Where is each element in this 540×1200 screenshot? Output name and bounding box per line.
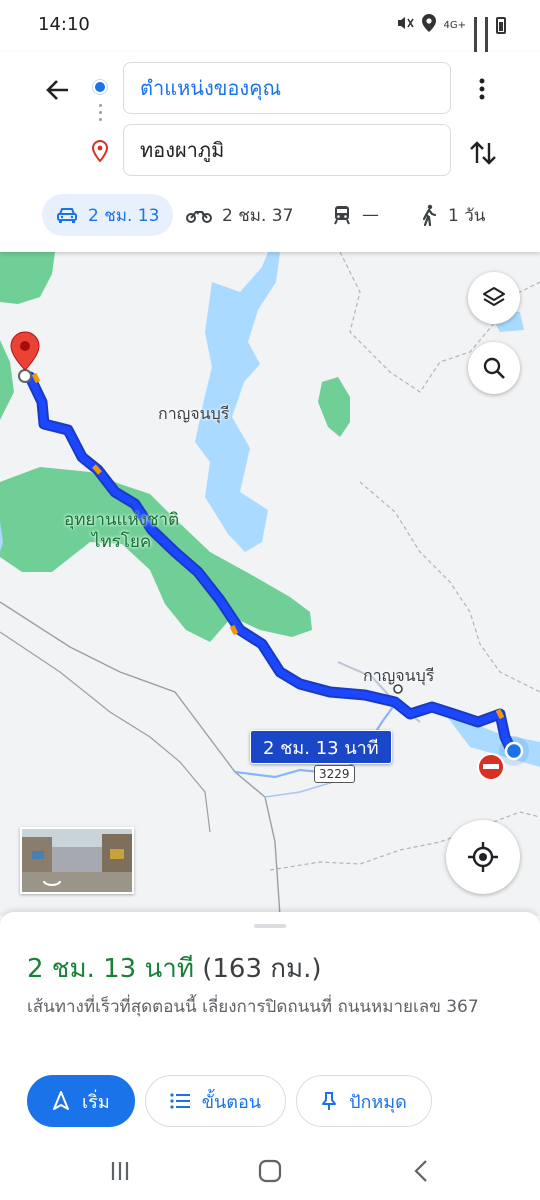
map-view[interactable]: กาญจนบุรี อุทยานแห่งชาติ ไทรโยค กาญจนบุร… [0,252,540,916]
home-button[interactable] [255,1158,285,1184]
park-area [318,377,350,437]
mode-walking-label: 1 วัน [448,205,486,226]
destination-pin-icon [90,139,110,163]
walking-icon [422,204,437,226]
pin-button-label: ปักหมุด [349,1091,407,1113]
route-duration-callout[interactable]: 2 ชม. 13 นาที [250,730,392,764]
origin-dot-icon [93,80,107,94]
steps-button-label: ขั้นตอน [201,1091,262,1113]
origin-input[interactable]: ตำแหน่งของคุณ [123,62,451,114]
swap-vert-icon [470,141,496,165]
network-type: 4G+ [443,19,467,31]
street-view-thumbnail[interactable] [20,827,134,894]
route-duration: 2 ชม. 13 นาที [27,954,194,984]
list-icon [170,1093,190,1109]
mode-motorcycle-label: 2 ชม. 37 [222,205,294,226]
more-options-button[interactable] [472,74,492,104]
back-nav-button[interactable] [406,1158,436,1184]
search-button[interactable] [468,342,520,394]
search-icon [483,357,505,379]
train-icon [334,206,350,225]
road-number-shield: 3229 [314,765,355,783]
signal-icon [485,17,488,60]
route-actions: เริ่ม ขั้นตอน ปักหมุด [27,1075,432,1127]
route-distance: (163 กม.) [202,954,322,984]
province-label: กาญจนบุรี [158,404,230,423]
system-nav-bar [0,1140,540,1200]
route-outline [24,371,518,758]
navigation-arrow-icon [53,1091,69,1110]
mode-walking[interactable]: 1 วัน [420,194,485,236]
back-button[interactable] [40,72,76,108]
status-time: 14:10 [38,14,90,35]
route-summary-sheet[interactable]: 2 ชม. 13 นาที (163 กม.) เส้นทางที่เร็วที… [0,912,540,1140]
battery-icon [496,16,506,34]
city-label: กาญจนบุรี [363,666,435,685]
more-vert-icon [479,78,485,100]
road [0,631,211,833]
swap-button[interactable] [466,136,500,170]
recent-apps-button[interactable] [105,1158,135,1184]
route-description: เส้นทางที่เร็วที่สุดตอนนี้ เลี่ยงการปิดถ… [27,997,479,1017]
my-location-icon [468,842,498,872]
signal-icon [474,17,477,60]
layers-icon [483,287,505,306]
arrow-left-icon [46,80,68,100]
mode-transit[interactable]: — [332,194,379,236]
start-button-label: เริ่ม [82,1091,110,1113]
steps-button[interactable]: ขั้นตอน [144,1075,287,1127]
mode-motorcycle[interactable]: 2 ชม. 37 [186,194,293,236]
travel-modes: 2 ชม. 13 2 ชม. 37 — 1 วัน [0,190,540,242]
park-area [0,467,312,642]
sheet-drag-handle[interactable] [254,924,286,928]
mode-car[interactable]: 2 ชม. 13 [42,194,174,236]
home-icon [258,1159,282,1183]
destination-input[interactable]: ทองผาภูมิ [123,124,451,176]
mode-transit-label: — [362,205,379,225]
location-icon [421,14,436,36]
back-icon [414,1160,427,1182]
current-location-dot [504,741,524,761]
layers-button[interactable] [468,272,520,324]
car-icon [57,208,77,223]
route-line [26,373,516,756]
route-connector [99,104,102,125]
recent-apps-icon [111,1162,129,1180]
mode-car-label: 2 ชม. 13 [88,205,160,226]
directions-header: ตำแหน่งของคุณ ทองผาภูมิ 2 ชม. 13 2 ชม. 3… [0,52,540,252]
destination-marker-hole [20,341,30,351]
park-label: อุทยานแห่งชาติ ไทรโยค [64,510,180,552]
status-icons: 4G+ [396,14,506,60]
pin-button[interactable]: ปักหมุด [296,1075,432,1127]
boundary-line [359,481,540,693]
route-summary: 2 ชม. 13 นาที (163 กม.) [27,948,322,989]
street-view-image [22,829,132,892]
map-canvas [0,252,540,916]
pin-icon [322,1092,337,1110]
park-area [0,252,55,304]
mute-icon [396,15,414,35]
road-closure-bar [483,764,499,769]
status-bar: 14:10 4G+ [0,0,540,60]
my-location-button[interactable] [446,820,520,894]
start-button[interactable]: เริ่ม [27,1075,135,1127]
motorcycle-icon [186,211,212,223]
destination-point [18,369,32,383]
